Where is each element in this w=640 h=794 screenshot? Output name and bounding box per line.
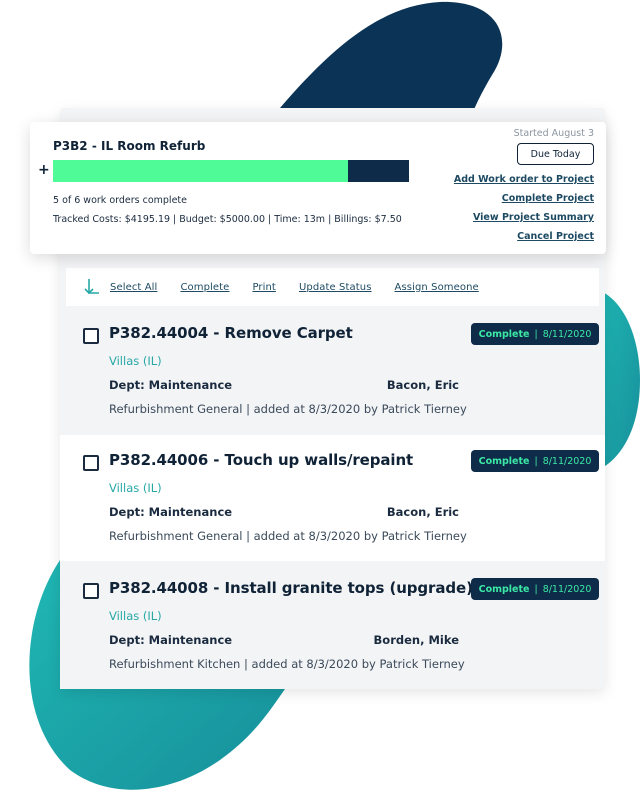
status-badge: Complete | 8/11/2020 [471,578,599,600]
project-start-date: Started August 3 [513,128,594,139]
project-progress-bar [53,160,409,182]
status-label: Complete [478,455,530,467]
work-order-assignee: Bacon, Eric [386,378,459,392]
work-order-assignee: Bacon, Eric [386,505,459,519]
work-order-dept: Dept: Maintenance [109,505,233,519]
complete-link[interactable]: Complete [180,282,229,293]
add-work-order-link[interactable]: Add Work order to Project [454,174,594,185]
work-order-title[interactable]: P382.44008 - Install granite tops (upgra… [109,579,473,597]
status-date: 8/11/2020 [542,328,592,340]
work-order-assignee: Borden, Mike [373,633,459,647]
work-order-row[interactable]: P382.44004 - Remove Carpet Villas (IL) D… [60,308,605,434]
complete-project-link[interactable]: Complete Project [502,193,594,204]
expand-icon[interactable]: + [38,163,50,177]
select-arrow-icon [84,279,99,295]
status-date: 8/11/2020 [542,455,592,467]
view-project-summary-link[interactable]: View Project Summary [473,212,594,223]
work-order-location: Villas (IL) [109,609,162,623]
work-order-checkbox[interactable] [83,328,99,344]
work-order-count: 5 of 6 work orders complete [53,195,187,206]
status-label: Complete [478,328,530,340]
project-card: P3B2 - IL Room Refurb + 5 of 6 work orde… [30,122,606,254]
work-order-dept: Dept: Maintenance [109,633,233,647]
cancel-project-link[interactable]: Cancel Project [517,231,594,242]
work-order-meta: Refurbishment General | added at 8/3/202… [109,402,467,416]
due-today-button[interactable]: Due Today [517,143,594,165]
select-all-link[interactable]: Select All [110,282,157,293]
work-order-row[interactable]: P382.44008 - Install granite tops (upgra… [60,563,605,689]
work-order-checkbox[interactable] [83,583,99,599]
work-order-location: Villas (IL) [109,481,162,495]
update-status-link[interactable]: Update Status [299,282,372,293]
assign-someone-link[interactable]: Assign Someone [395,282,479,293]
project-progress-fill [53,160,349,182]
work-order-dept: Dept: Maintenance [109,378,233,392]
project-costs: Tracked Costs: $4195.19 | Budget: $5000.… [53,214,402,225]
work-order-row[interactable]: P382.44006 - Touch up walls/repaint Vill… [60,435,605,561]
project-title: P3B2 - IL Room Refurb [53,139,206,153]
print-link[interactable]: Print [252,282,276,293]
status-badge: Complete | 8/11/2020 [471,323,599,345]
bulk-action-toolbar: Select All Complete Print Update Status … [66,268,599,306]
work-order-checkbox[interactable] [83,455,99,471]
status-date: 8/11/2020 [542,583,592,595]
work-order-title[interactable]: P382.44004 - Remove Carpet [109,324,353,342]
work-order-meta: Refurbishment General | added at 8/3/202… [109,529,467,543]
work-order-title[interactable]: P382.44006 - Touch up walls/repaint [109,451,413,469]
work-order-meta: Refurbishment Kitchen | added at 8/3/202… [109,657,465,671]
status-label: Complete [478,583,530,595]
status-badge: Complete | 8/11/2020 [471,450,599,472]
work-order-location: Villas (IL) [109,354,162,368]
